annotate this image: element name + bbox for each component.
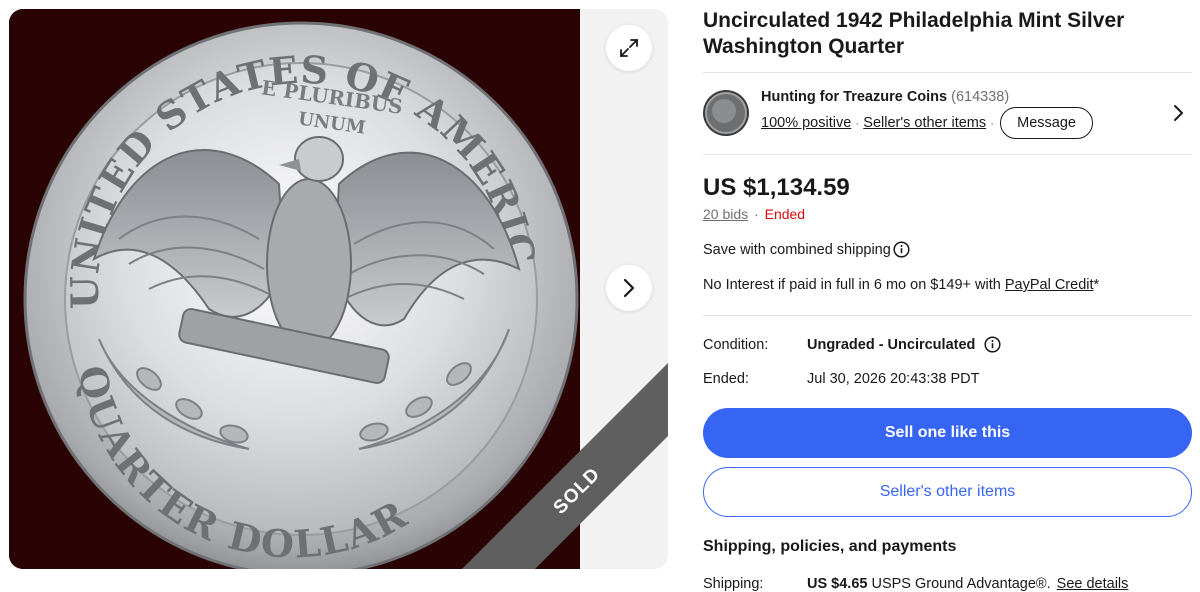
ended-value: Jul 30, 2026 20:43:38 PDT <box>807 371 980 387</box>
next-image-button[interactable] <box>606 265 652 311</box>
condition-value-text: Ungraded - Uncirculated <box>807 336 976 353</box>
credit-prefix: No Interest if paid in full in 6 mo on $… <box>703 277 1005 293</box>
sellers-other-items-button[interactable]: Seller's other items <box>703 467 1192 517</box>
seller-feedback-count: (614338) <box>951 89 1010 105</box>
separator-dot: · <box>754 206 759 222</box>
condition-value: Ungraded - Uncirculated <box>807 336 1001 353</box>
listing-photo[interactable]: UNITED STATES OF AMERICA QUARTER DOLLAR … <box>9 9 580 569</box>
combined-shipping-text: Save with combined shipping <box>703 241 891 258</box>
image-gallery: UNITED STATES OF AMERICA QUARTER DOLLAR … <box>9 9 668 569</box>
listing-info: Uncirculated 1942 Philadelphia Mint Silv… <box>703 0 1192 592</box>
seller-links: 100% positive · Seller's other items · M… <box>761 107 1093 139</box>
shipping-see-details-link[interactable]: See details <box>1057 576 1129 592</box>
listing-title: Uncirculated 1942 Philadelphia Mint Silv… <box>703 9 1125 58</box>
divider <box>703 154 1192 155</box>
listing-status: Ended <box>764 206 806 222</box>
seller-positive-link[interactable]: 100% positive <box>761 115 851 131</box>
ended-label: Ended: <box>703 371 749 387</box>
condition-label: Condition: <box>703 336 769 353</box>
combined-shipping-note: Save with combined shipping <box>703 241 910 258</box>
shipping-policies-heading: Shipping, policies, and payments <box>703 538 957 555</box>
chevron-right-icon[interactable] <box>1170 104 1186 122</box>
item-price: US $1,134.59 <box>703 174 850 201</box>
info-icon[interactable] <box>893 241 910 258</box>
expand-image-button[interactable] <box>606 25 652 71</box>
credit-suffix: * <box>1093 277 1100 293</box>
paypal-credit-line: No Interest if paid in full in 6 mo on $… <box>703 277 1099 293</box>
seller-name-text[interactable]: Hunting for Treazure Coins <box>761 89 947 105</box>
separator-dot: · <box>990 116 995 130</box>
message-seller-button[interactable]: Message <box>1000 107 1093 139</box>
divider <box>703 315 1192 316</box>
bid-history-link[interactable]: 20 bids <box>703 206 748 222</box>
bids-row: 20 bids · Ended <box>703 206 805 222</box>
ended-row: Ended: Jul 30, 2026 20:43:38 PDT <box>703 371 1192 387</box>
seller-card: Hunting for Treazure Coins (614338) 100%… <box>703 84 1192 142</box>
shipping-method: USPS Ground Advantage®. <box>871 576 1051 592</box>
seller-name[interactable]: Hunting for Treazure Coins (614338) <box>761 89 1009 105</box>
expand-icon <box>620 39 638 57</box>
shipping-cost: US $4.65 <box>807 576 868 592</box>
separator-dot: · <box>855 116 860 130</box>
seller-avatar[interactable] <box>703 90 749 136</box>
shipping-row: Shipping: US $4.65 USPS Ground Advantage®… <box>703 576 1192 592</box>
shipping-label: Shipping: <box>703 576 764 592</box>
sell-one-like-this-button[interactable]: Sell one like this <box>703 408 1192 458</box>
condition-row: Condition: Ungraded - Uncirculated <box>703 336 1192 353</box>
chevron-right-icon <box>623 278 635 298</box>
divider <box>703 72 1192 73</box>
paypal-credit-link[interactable]: PayPal Credit <box>1005 277 1094 293</box>
seller-other-items-link[interactable]: Seller's other items <box>863 115 986 131</box>
info-icon[interactable] <box>984 336 1001 353</box>
